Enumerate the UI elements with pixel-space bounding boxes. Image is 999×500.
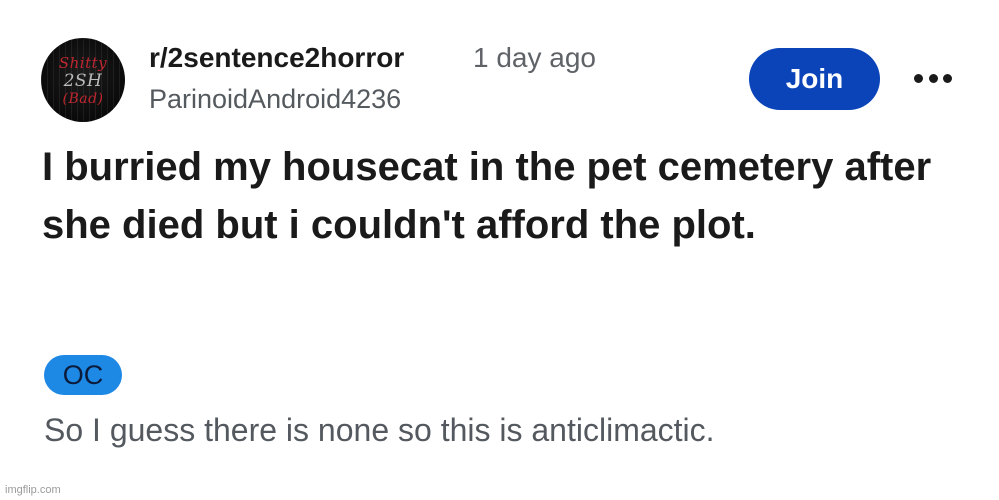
post-timestamp: 1 day ago	[473, 42, 596, 73]
more-dot	[943, 73, 952, 83]
subreddit-name[interactable]: r/2sentence2horror	[149, 40, 404, 76]
author-username[interactable]: ParinoidAndroid4236	[149, 82, 401, 116]
join-button[interactable]: Join	[749, 48, 880, 110]
avatar-text-line1: Shitty	[58, 54, 108, 72]
post-title[interactable]: I burried my housecat in the pet cemeter…	[42, 138, 942, 254]
more-dot	[914, 73, 923, 83]
more-dot	[928, 73, 938, 83]
post-body: So I guess there is none so this is anti…	[44, 412, 715, 448]
avatar-text-line3: (Bad)	[62, 91, 104, 107]
avatar-text-line2: 2SH	[63, 71, 103, 91]
post-flair[interactable]: OC	[44, 355, 122, 395]
subreddit-avatar[interactable]: Shitty 2SH (Bad)	[41, 38, 125, 122]
post-card: Shitty 2SH (Bad) r/2sentence2horror 1 da…	[0, 0, 999, 500]
watermark: imgflip.com	[5, 484, 61, 496]
more-options-icon[interactable]	[914, 68, 952, 88]
